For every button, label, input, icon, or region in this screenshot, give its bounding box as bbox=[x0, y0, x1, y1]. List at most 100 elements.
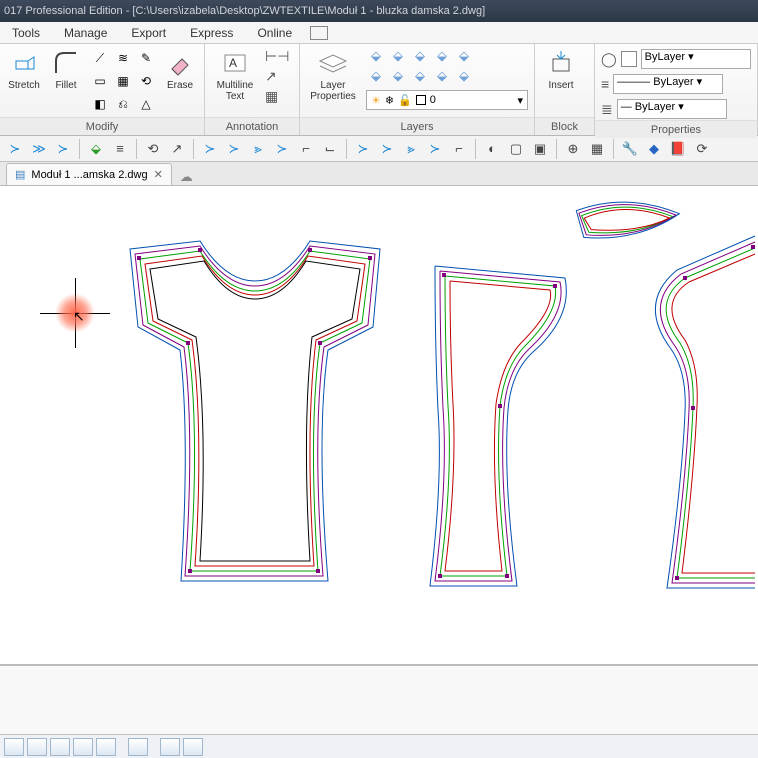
tool-icon[interactable]: ⌙ bbox=[319, 138, 341, 160]
tool-icon[interactable]: △ bbox=[136, 94, 156, 114]
menubar: Tools Manage Export Express Online bbox=[0, 22, 758, 44]
menu-tools[interactable]: Tools bbox=[0, 26, 52, 40]
tool-icon[interactable]: ⬙ bbox=[85, 138, 107, 160]
tool-icon[interactable]: 📕 bbox=[667, 138, 689, 160]
fillet-button[interactable]: Fillet bbox=[48, 48, 84, 91]
layer-tool-icon[interactable]: ⬙ bbox=[366, 48, 386, 64]
multiline-text-button[interactable]: A Multiline Text bbox=[211, 48, 259, 102]
tool-icon[interactable]: ▭ bbox=[90, 71, 110, 91]
color-dropdown[interactable]: ByLayer ▾ bbox=[641, 49, 751, 69]
quick-toolbar: ≻ ≫ ≻ ⬙ ≡ ⟲ ↗ ≻ ≻ ⪢ ≻ ⌐ ⌙ ≻ ≻ ⪢ ≻ ⌐ ◐ ▢ … bbox=[0, 136, 758, 162]
tool-icon[interactable]: ◧ bbox=[90, 94, 110, 114]
panel-layers: Layer Properties ⬙⬙⬙⬙⬙ ⬙⬙⬙⬙⬙ ☀ ❄ 🔓 0 ▾ bbox=[300, 44, 535, 135]
tool-icon[interactable]: ◆ bbox=[643, 138, 665, 160]
tool-icon[interactable]: ⟲ bbox=[142, 138, 164, 160]
tool-icon[interactable]: ▦ bbox=[586, 138, 608, 160]
arrow-tool-icon[interactable]: ≻ bbox=[424, 138, 446, 160]
linetype-icon[interactable]: ≣ bbox=[601, 101, 613, 118]
tool-icon[interactable]: ⟋ bbox=[90, 48, 110, 68]
erase-button[interactable]: Erase bbox=[162, 48, 198, 91]
tool-icon[interactable]: ⊕ bbox=[562, 138, 584, 160]
arrow-tool-icon[interactable]: ≻ bbox=[352, 138, 374, 160]
menu-online[interactable]: Online bbox=[245, 26, 304, 40]
leader-icon[interactable]: ↗ bbox=[265, 68, 289, 85]
arrow-tool-icon[interactable]: ⪢ bbox=[400, 138, 422, 160]
status-button[interactable] bbox=[4, 738, 24, 756]
layer-tool-icon[interactable]: ⬙ bbox=[388, 48, 408, 64]
tool-icon[interactable]: ▢ bbox=[505, 138, 527, 160]
linear-dim-icon[interactable]: ⊢⊣ bbox=[265, 48, 289, 65]
current-layer-name: 0 bbox=[430, 94, 514, 106]
current-layer-dropdown[interactable]: ☀ ❄ 🔓 0 ▾ bbox=[366, 90, 528, 110]
drawing-canvas[interactable]: ↖ bbox=[0, 186, 758, 668]
menu-expand-icon[interactable] bbox=[310, 26, 328, 40]
layer-properties-button[interactable]: Layer Properties bbox=[306, 48, 360, 102]
arrow-tool-icon[interactable]: ≻ bbox=[199, 138, 221, 160]
layer-tool-icon[interactable]: ⬙ bbox=[432, 68, 452, 84]
layer-tool-icon[interactable]: ⬙ bbox=[410, 48, 430, 64]
layer-tool-icon[interactable]: ⬙ bbox=[454, 68, 474, 84]
svg-text:A: A bbox=[229, 56, 237, 70]
tool-icon[interactable]: ⎌ bbox=[113, 94, 133, 114]
tool-icon[interactable]: ↗ bbox=[166, 138, 188, 160]
tool-icon[interactable]: ⟲ bbox=[136, 71, 156, 91]
tool-icon[interactable]: ▣ bbox=[529, 138, 551, 160]
color-swatch bbox=[416, 95, 426, 105]
arrow-tool-icon[interactable]: ≻ bbox=[271, 138, 293, 160]
table-icon[interactable]: ▦ bbox=[265, 88, 289, 105]
document-tab[interactable]: ▤ Moduł 1 ...amska 2.dwg ✕ bbox=[6, 163, 172, 185]
insert-button[interactable]: Insert bbox=[541, 48, 581, 91]
arrow-tool-icon[interactable]: ≻ bbox=[223, 138, 245, 160]
layer-tool-palette: ⬙⬙⬙⬙⬙ ⬙⬙⬙⬙⬙ bbox=[366, 48, 528, 86]
tool-icon[interactable]: ◐ bbox=[481, 138, 503, 160]
menu-express[interactable]: Express bbox=[178, 26, 245, 40]
status-button[interactable] bbox=[73, 738, 93, 756]
tool-icon[interactable]: ⌐ bbox=[295, 138, 317, 160]
tool-icon[interactable]: ≋ bbox=[113, 48, 133, 68]
panel-modify: Stretch Fillet ⟋ ≋ ✎ ▭ ▦ ⟲ ◧ ⎌ △ Erase bbox=[0, 44, 205, 135]
lineweight-icon[interactable]: ≡ bbox=[601, 76, 609, 92]
file-icon: ▤ bbox=[15, 168, 25, 181]
lock-icon: 🔓 bbox=[398, 94, 412, 107]
status-button[interactable] bbox=[160, 738, 180, 756]
arrow-tool-icon[interactable]: ≫ bbox=[28, 138, 50, 160]
bulb-icon: ☀ bbox=[371, 94, 381, 107]
window-titlebar: 017 Professional Edition - [C:\Users\iza… bbox=[0, 0, 758, 22]
cloud-icon[interactable]: ☁ bbox=[180, 169, 193, 185]
tool-icon[interactable]: ✎ bbox=[136, 48, 156, 68]
layer-tool-icon[interactable]: ⬙ bbox=[454, 48, 474, 64]
layer-tool-icon[interactable]: ⬙ bbox=[388, 68, 408, 84]
close-icon[interactable]: ✕ bbox=[154, 168, 163, 181]
lineweight-dropdown[interactable]: ——— ByLayer ▾ bbox=[613, 74, 723, 94]
tool-icon[interactable]: ≡ bbox=[109, 138, 131, 160]
arrow-tool-icon[interactable]: ≻ bbox=[4, 138, 26, 160]
status-button[interactable] bbox=[183, 738, 203, 756]
tool-icon[interactable]: 🔧 bbox=[619, 138, 641, 160]
pattern-drawing bbox=[0, 186, 758, 656]
menu-export[interactable]: Export bbox=[119, 26, 178, 40]
panel-annotation: A Multiline Text ⊢⊣ ↗ ▦ Annotation bbox=[205, 44, 300, 135]
stretch-button[interactable]: Stretch bbox=[6, 48, 42, 91]
status-button[interactable] bbox=[50, 738, 70, 756]
status-button[interactable] bbox=[128, 738, 148, 756]
color-icon[interactable]: ◯ bbox=[601, 51, 617, 68]
linetype-dropdown[interactable]: — ByLayer ▾ bbox=[617, 99, 727, 119]
layer-tool-icon[interactable]: ⬙ bbox=[410, 68, 430, 84]
arrow-tool-icon[interactable]: ⪢ bbox=[247, 138, 269, 160]
layer-tool-icon[interactable]: ⬙ bbox=[432, 48, 452, 64]
tool-icon[interactable]: ▦ bbox=[113, 71, 133, 91]
status-bar bbox=[0, 734, 758, 758]
arrow-tool-icon[interactable]: ≻ bbox=[52, 138, 74, 160]
arrow-tool-icon[interactable]: ≻ bbox=[376, 138, 398, 160]
tab-label: Moduł 1 ...amska 2.dwg bbox=[31, 169, 147, 181]
menu-manage[interactable]: Manage bbox=[52, 26, 119, 40]
tool-icon[interactable]: ⌐ bbox=[448, 138, 470, 160]
status-button[interactable] bbox=[96, 738, 116, 756]
status-button[interactable] bbox=[27, 738, 47, 756]
command-line-area[interactable] bbox=[0, 664, 758, 734]
document-tabs: ▤ Moduł 1 ...amska 2.dwg ✕ ☁ bbox=[0, 162, 758, 186]
layer-tool-icon[interactable]: ⬙ bbox=[366, 68, 386, 84]
color-swatch bbox=[621, 51, 637, 67]
panel-block: Insert Block bbox=[535, 44, 595, 135]
tool-icon[interactable]: ⟳ bbox=[691, 138, 713, 160]
